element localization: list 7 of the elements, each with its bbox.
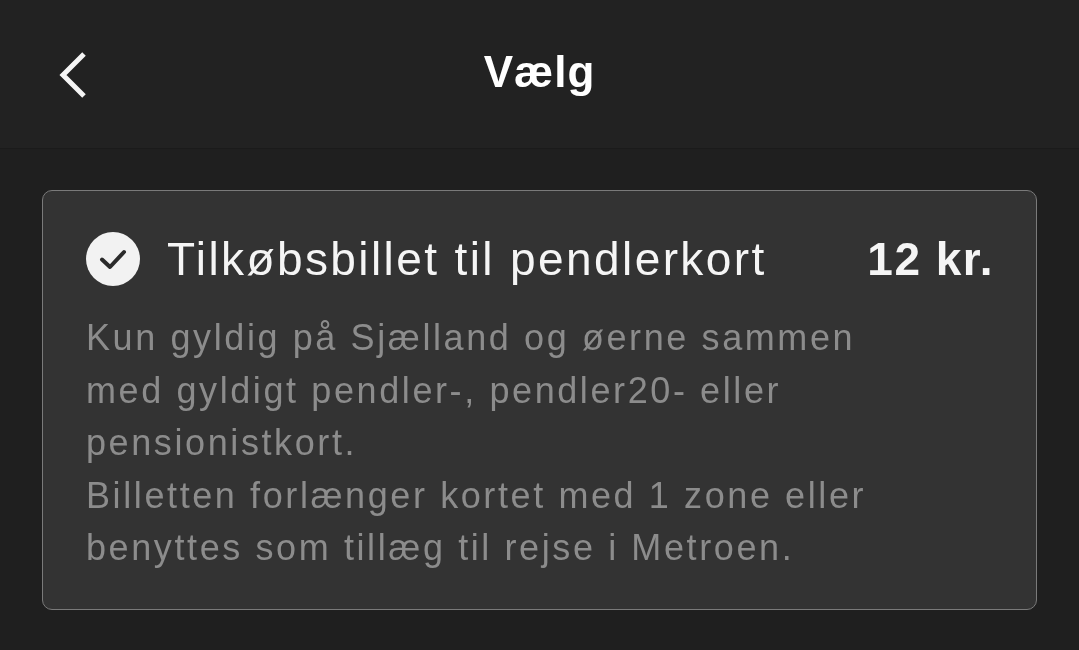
ticket-description: Billetten forlænger kortet med 1 zone eller benyttes som tillæg til rejse i Metroen. — [86, 473, 868, 570]
ticket-option-card[interactable] — [42, 190, 1037, 610]
chevron-left-icon — [59, 52, 87, 98]
page-title: Vælg — [483, 50, 596, 94]
ticket-price: 12 kr. — [867, 232, 994, 287]
ticket-title: Tilkøbsbillet til pendlerkort — [167, 232, 767, 287]
ticket-description: Kun gyldig på Sjælland og øerne sammen med gyldigt pendler-, pendler20- eller pensionistkort. — [86, 316, 857, 465]
